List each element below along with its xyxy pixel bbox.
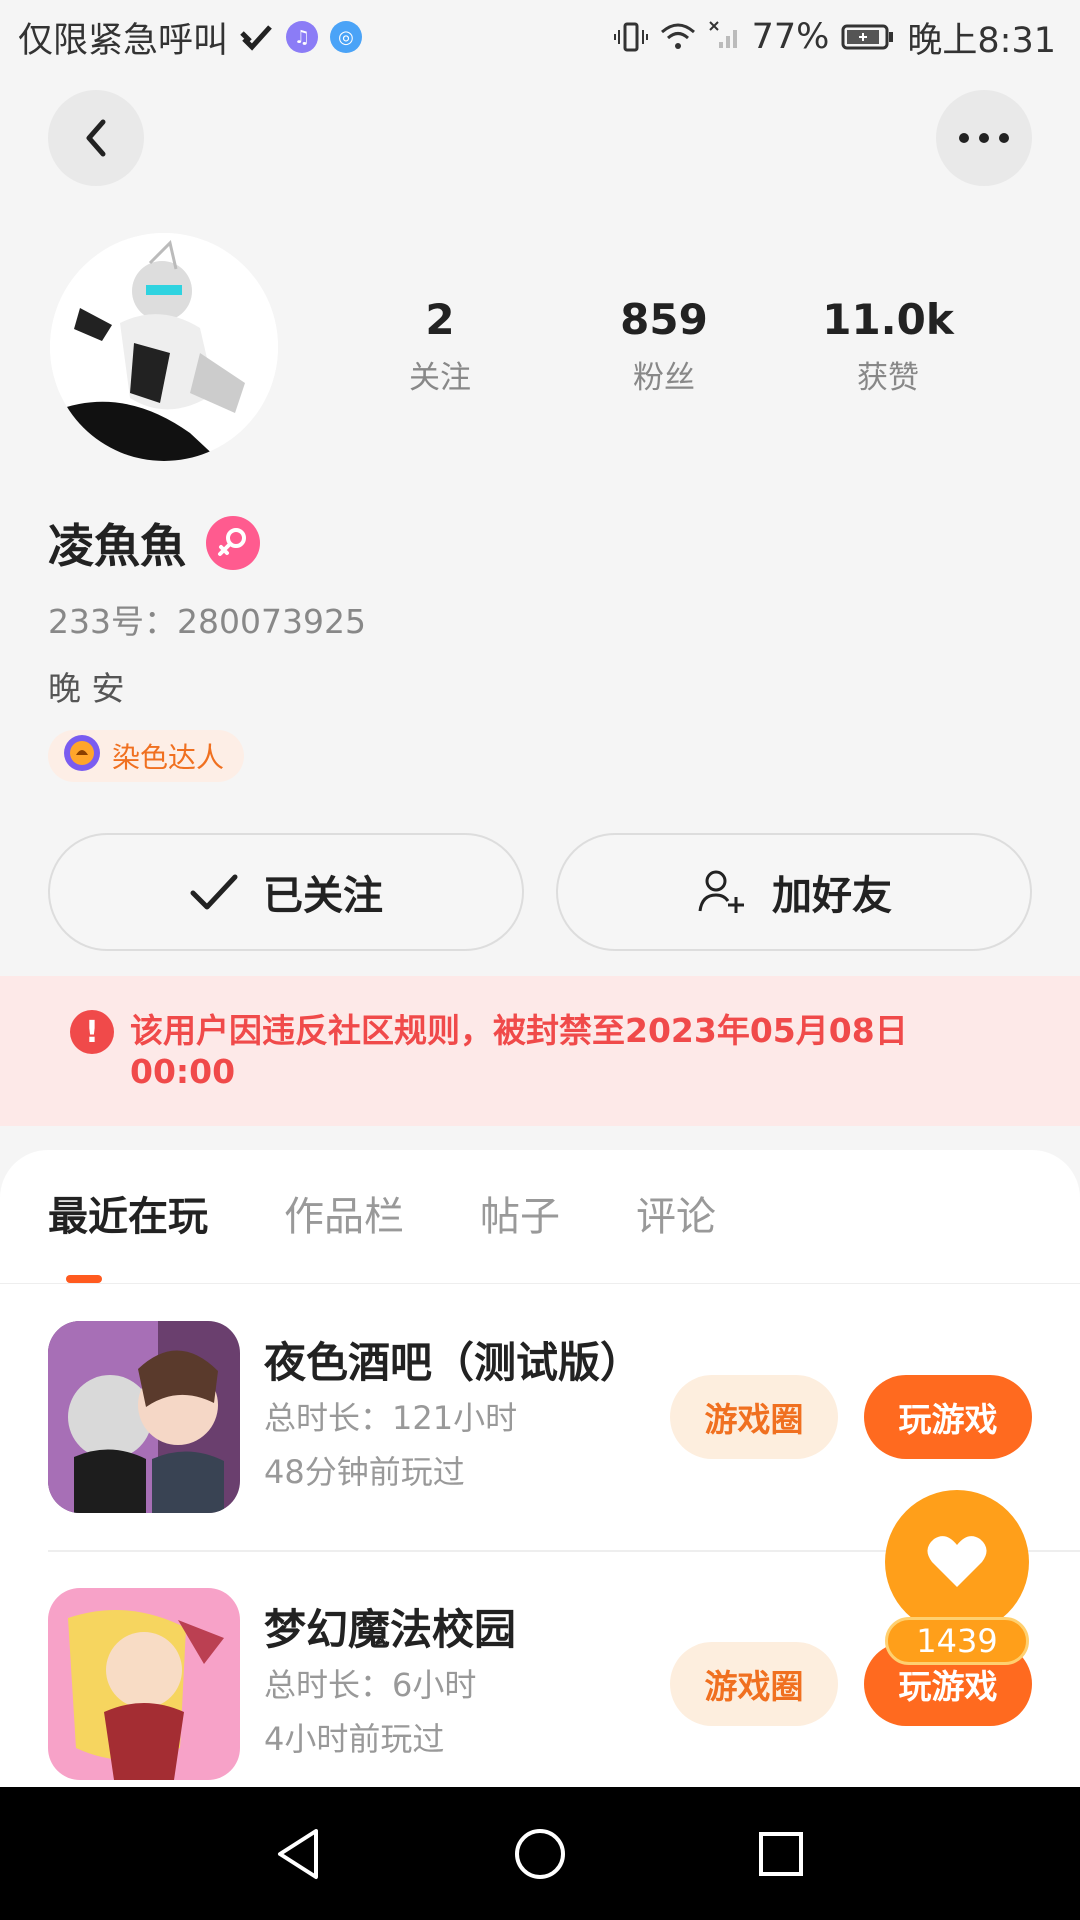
recent-apps-icon[interactable] (756, 1829, 806, 1879)
game-last-played: 4小时前玩过 (264, 1720, 445, 1758)
game-circle-button[interactable]: 游戏圈 (670, 1642, 838, 1726)
no-signal-icon (708, 20, 740, 54)
tab-comments[interactable]: 评论 (636, 1150, 716, 1283)
game-total-time: 总时长：6小时 (264, 1666, 477, 1704)
emergency-call-text: 仅限紧急呼叫 (18, 20, 229, 61)
status-bar: 仅限紧急呼叫 ♫ ◎ 77% 晚上8:31 (0, 0, 1080, 74)
stat-followers-label: 粉丝 (633, 360, 695, 396)
signal-check-icon (240, 23, 274, 51)
profile-stats: 2 关注 859 粉丝 11.0k 获赞 (328, 292, 1000, 402)
ban-notice-text: 该用户因违反社区规则，被封禁至2023年05月08日 00:00 (130, 1011, 908, 1091)
username: 凌魚魚 (48, 519, 186, 573)
game-total-time: 总时长：121小时 (264, 1399, 518, 1437)
game-icon (48, 1588, 240, 1780)
battery-icon (841, 23, 895, 51)
alert-icon: ! (70, 1010, 114, 1054)
play-game-button[interactable]: 玩游戏 (864, 1375, 1032, 1459)
game-info: 夜色酒吧（测试版） 总时长：121小时 48分钟前玩过 (264, 1335, 664, 1499)
stat-followers[interactable]: 859 粉丝 (552, 292, 776, 402)
following-label: 已关注 (263, 873, 383, 919)
more-button[interactable] (936, 90, 1032, 186)
tab-works[interactable]: 作品栏 (284, 1150, 404, 1283)
user-id: 233号：280073925 (48, 602, 366, 641)
ban-notice: ! 该用户因违反社区规则，被封禁至2023年05月08日 00:00 (0, 976, 1080, 1126)
stat-likes-label: 获赞 (857, 360, 919, 396)
chevron-left-icon (86, 119, 106, 157)
stat-following[interactable]: 2 关注 (328, 292, 552, 402)
status-right: 77% 晚上8:31 (613, 12, 1056, 63)
stat-likes-value: 11.0k (822, 295, 954, 344)
badge-icon (62, 733, 102, 780)
browser-icon: ◎ (330, 21, 363, 53)
music-icon: ♫ (286, 21, 319, 53)
achievement-badge[interactable]: 染色达人 (48, 730, 245, 782)
user-bio: 晚 安 (48, 669, 125, 708)
status-left: 仅限紧急呼叫 ♫ ◎ (18, 12, 363, 63)
game-icon (48, 1321, 240, 1513)
game-info: 梦幻魔法校园 总时长：6小时 4小时前玩过 (264, 1602, 664, 1766)
home-nav-icon[interactable] (513, 1827, 567, 1881)
back-button[interactable] (48, 90, 144, 186)
tab-recent-play[interactable]: 最近在玩 (48, 1150, 208, 1283)
game-circle-button[interactable]: 游戏圈 (670, 1375, 838, 1459)
game-title: 夜色酒吧（测试版） (264, 1338, 643, 1387)
back-nav-icon[interactable] (274, 1827, 324, 1881)
stat-following-label: 关注 (409, 360, 471, 396)
stat-followers-value: 859 (620, 295, 708, 344)
achievement-label: 染色达人 (112, 741, 225, 774)
profile-actions: 已关注 加好友 (48, 833, 1032, 951)
status-time: 晚上8:31 (907, 20, 1056, 61)
battery-percent: 77% (751, 17, 830, 57)
more-horizontal-icon (959, 133, 1009, 143)
game-last-played: 48分钟前玩过 (264, 1453, 465, 1491)
profile-tabs: 最近在玩 作品栏 帖子 评论 (0, 1150, 1080, 1284)
female-icon (206, 516, 260, 570)
username-row: 凌魚魚 (48, 510, 260, 576)
vibrate-icon (613, 20, 648, 54)
add-friend-icon (698, 870, 744, 913)
add-friend-label: 加好友 (772, 873, 892, 919)
avatar[interactable] (50, 233, 278, 461)
tab-posts[interactable]: 帖子 (480, 1150, 560, 1283)
stat-following-value: 2 (425, 295, 455, 344)
wifi-icon (660, 22, 696, 52)
like-fab[interactable] (885, 1490, 1029, 1634)
game-title: 梦幻魔法校园 (264, 1605, 517, 1654)
active-tab-indicator (66, 1275, 102, 1283)
following-button[interactable]: 已关注 (48, 833, 524, 951)
avatar-image (50, 233, 278, 461)
like-count: 1439 (885, 1617, 1029, 1665)
check-icon (190, 874, 238, 910)
profile-content: 最近在玩 作品栏 帖子 评论 夜色酒吧（测试版） 总时长：121小时 48分钟前… (0, 1150, 1080, 1790)
add-friend-button[interactable]: 加好友 (556, 833, 1032, 951)
system-nav-bar (0, 1787, 1080, 1920)
heart-icon (927, 1536, 987, 1587)
stat-likes[interactable]: 11.0k 获赞 (776, 292, 1000, 402)
